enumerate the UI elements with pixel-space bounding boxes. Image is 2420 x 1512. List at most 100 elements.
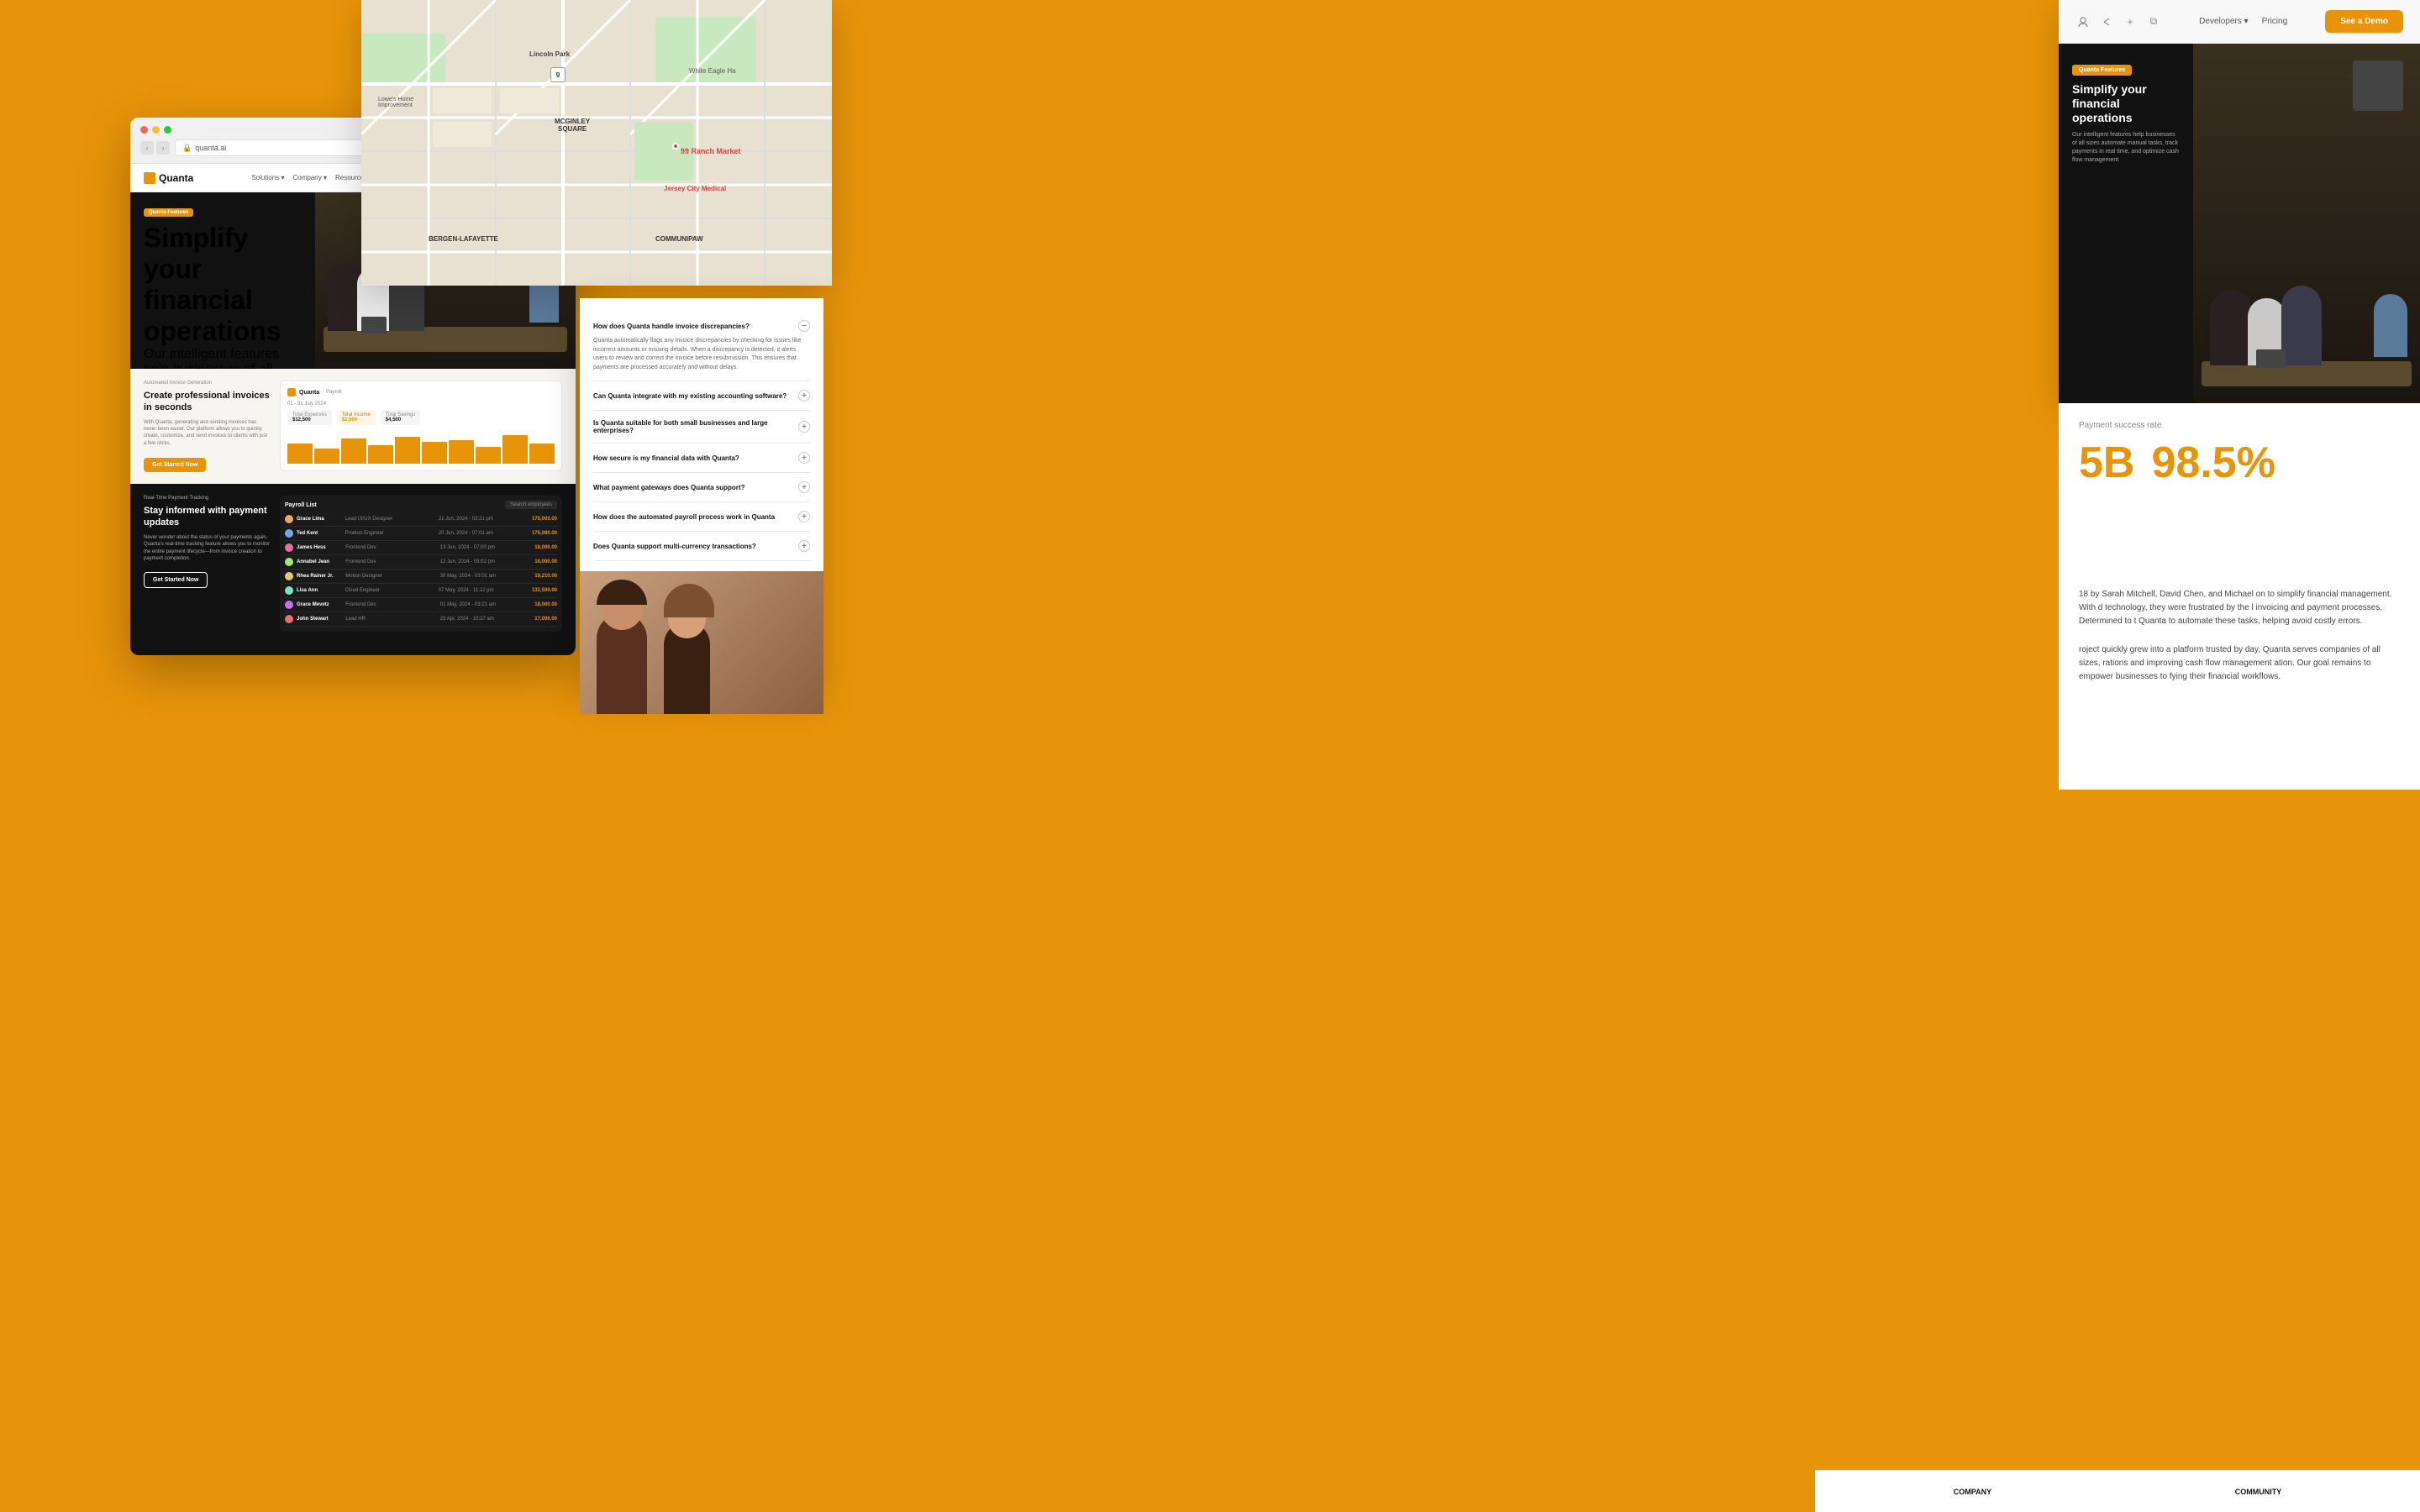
right-nav-pricing[interactable]: Pricing — [2262, 17, 2288, 26]
employee-name: Grace Mevetz — [297, 602, 342, 607]
nav-solutions[interactable]: Solutions ▾ — [251, 174, 284, 181]
employee-avatar — [285, 572, 293, 580]
dot-yellow[interactable] — [152, 126, 160, 134]
payroll-row: Grace Mevetz Frontend Dev 01 May, 2024 -… — [285, 598, 557, 612]
payroll-row: Lisa Ann Cloud Engineer 07 May, 2024 - 1… — [285, 584, 557, 598]
payroll-search[interactable]: Search employees — [505, 501, 557, 509]
employee-role: Frontend Dev — [345, 602, 437, 607]
payroll-row: Rhea Rainer Jr. Motion Designer 30 May, … — [285, 570, 557, 584]
right-nav-developers[interactable]: Developers ▾ — [2199, 17, 2248, 26]
right-hero-title: Simplify your financial operations — [2072, 82, 2180, 124]
dot-green[interactable] — [164, 126, 171, 134]
nav-company[interactable]: Company ▾ — [293, 174, 327, 181]
chart-bar — [395, 437, 420, 464]
back-button[interactable]: ‹ — [140, 141, 154, 155]
employee-amount: 132,500.00 — [532, 588, 557, 593]
forward-button[interactable]: › — [156, 141, 170, 155]
women-photo — [580, 571, 823, 714]
map-label-communipaw: COMMUNIPAW — [655, 235, 703, 243]
chart-bar — [314, 449, 339, 464]
employee-role: Lead HR — [345, 617, 437, 622]
chart-bar — [287, 444, 313, 464]
faq-toggle-icon[interactable]: − — [798, 320, 810, 332]
employee-date: 07 May, 2024 - 11:12 pm — [439, 588, 529, 593]
payroll-list-header: Payroll List Search employees — [285, 501, 557, 509]
invoice-get-started[interactable]: Get Started Now — [144, 458, 206, 472]
faq-question-text: How does the automated payroll process w… — [593, 513, 775, 521]
employee-date: 12 Jun, 2024 - 03:02 pm — [440, 559, 532, 564]
employee-role: Frontend Dev — [345, 559, 437, 564]
payroll-row: Annabel Jean Frontend Dev 12 Jun, 2024 -… — [285, 555, 557, 570]
faq-question-text: How secure is my financial data with Qua… — [593, 454, 739, 462]
faq-question[interactable]: Can Quanta integrate with my existing ac… — [593, 390, 810, 402]
dashboard-logo — [287, 388, 296, 396]
right-nav-icons: + ⧉ — [2075, 14, 2161, 29]
about-section: 18 by Sarah Mitchell, David Chen, and Mi… — [2059, 571, 2420, 790]
right-see-demo-button[interactable]: See a Demo — [2325, 10, 2403, 33]
stat-value-1: 5B — [2079, 438, 2134, 487]
faq-toggle-icon[interactable]: + — [798, 511, 810, 522]
faq-question[interactable]: Does Quanta support multi-currency trans… — [593, 540, 810, 552]
employee-avatar — [285, 586, 293, 595]
payment-description: Never wonder about the status of your pa… — [144, 534, 270, 563]
employee-amount: 18,000.00 — [534, 545, 557, 550]
faq-question[interactable]: How does the automated payroll process w… — [593, 511, 810, 522]
chart-bar — [368, 445, 393, 464]
nav-buttons: ‹ › — [140, 141, 170, 155]
person-icon[interactable] — [2075, 14, 2091, 29]
payment-badge: Real-Time Payment Tracking — [144, 496, 270, 501]
employee-avatar — [285, 558, 293, 566]
faq-item: Does Quanta support multi-currency trans… — [593, 532, 810, 561]
url-text: quanta.ai — [195, 144, 226, 152]
faq-question[interactable]: What payment gateways does Quanta suppor… — [593, 481, 810, 493]
payment-section: Real-Time Payment Tracking Stay informed… — [130, 484, 576, 643]
map-label-ranch-market: 99 Ranch Market — [681, 147, 741, 155]
footer-company: COMPANY — [1954, 1488, 1991, 1496]
employee-amount: 17,000.00 — [534, 617, 557, 622]
employee-amount: 19,210.00 — [534, 574, 557, 579]
faq-item: Can Quanta integrate with my existing ac… — [593, 381, 810, 411]
share-icon[interactable] — [2099, 14, 2114, 29]
employee-date: 21 Jun, 2024 - 03:21 pm — [439, 517, 529, 522]
employee-name: James Hess — [297, 545, 342, 550]
payroll-list: Payroll List Search employees Grace Lima… — [280, 496, 562, 632]
payroll-row: Ted Kent Product Engineer 20 Jun, 2024 -… — [285, 527, 557, 541]
faq-question[interactable]: Is Quanta suitable for both small busine… — [593, 419, 810, 434]
quanta-logo[interactable]: Quanta — [144, 172, 193, 184]
faq-item: What payment gateways does Quanta suppor… — [593, 473, 810, 502]
map-svg — [361, 0, 832, 286]
right-hero-subtitle: Our intelligent features help businesses… — [2072, 131, 2180, 164]
browser-window-map: Instagram — [361, 0, 832, 286]
faq-question[interactable]: How does Quanta handle invoice discrepan… — [593, 320, 810, 332]
employee-amount: 175,000.00 — [532, 517, 557, 522]
faq-item: Is Quanta suitable for both small busine… — [593, 411, 810, 444]
employee-avatar — [285, 601, 293, 609]
faq-toggle-icon[interactable]: + — [798, 421, 810, 433]
stat-total-savings: Total Savings $4,500 — [381, 410, 421, 425]
faq-toggle-icon[interactable]: + — [798, 452, 810, 464]
stats-row: 5B 98.5% — [2079, 441, 2400, 485]
faq-toggle-icon[interactable]: + — [798, 540, 810, 552]
faq-question[interactable]: How secure is my financial data with Qua… — [593, 452, 810, 464]
chart-bar — [529, 444, 555, 464]
dot-red[interactable] — [140, 126, 148, 134]
invoice-badge: Automated Invoice Generation — [144, 381, 270, 386]
add-icon[interactable]: + — [2123, 14, 2138, 29]
dashboard-subtitle: Payroll — [326, 390, 341, 395]
footer-bar: COMPANY COMMUNITY — [1815, 1470, 2420, 1512]
faq-toggle-icon[interactable]: + — [798, 390, 810, 402]
employee-role: Frontend Dev — [345, 545, 437, 550]
payroll-list-title: Payroll List — [285, 502, 317, 508]
right-navbar: + ⧉ Developers ▾ Pricing See a Demo — [2059, 0, 2420, 44]
quanta-brand-name: Quanta — [159, 172, 193, 184]
employee-name: Grace Lima — [297, 517, 342, 522]
copy-icon[interactable]: ⧉ — [2146, 14, 2161, 29]
employee-name: Lisa Ann — [297, 588, 342, 593]
employee-name: Ted Kent — [297, 531, 342, 536]
dashboard-header: Quanta Payroll — [287, 388, 555, 396]
faq-question-text: Can Quanta integrate with my existing ac… — [593, 392, 786, 400]
faq-toggle-icon[interactable]: + — [798, 481, 810, 493]
payment-get-started[interactable]: Get Started Now — [144, 572, 208, 588]
employee-role: Cloud Engineer — [345, 588, 435, 593]
location-dot — [672, 143, 679, 150]
